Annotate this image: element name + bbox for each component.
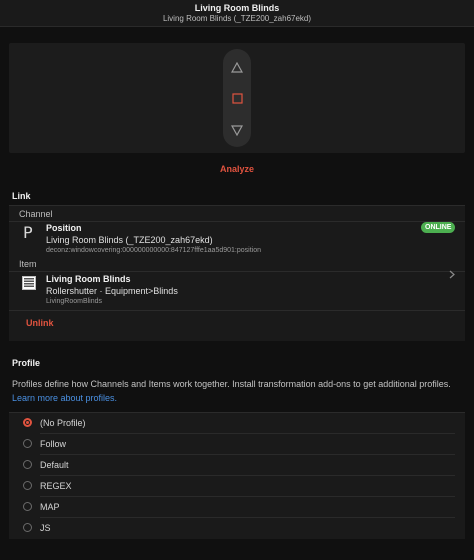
profile-options-list: (No Profile) Follow Default REGEX MAP JS — [9, 412, 465, 539]
status-badge: ONLINE — [421, 222, 456, 233]
up-button[interactable] — [223, 55, 251, 79]
profile-option-label: (No Profile) — [40, 418, 86, 428]
radio-icon[interactable] — [23, 460, 32, 469]
radio-icon[interactable] — [23, 481, 32, 490]
profile-option-label: JS — [40, 523, 51, 533]
channel-type-icon: P — [23, 223, 33, 242]
radio-icon[interactable] — [23, 502, 32, 511]
profile-option-label: MAP — [40, 502, 60, 512]
profile-option-label: Default — [40, 460, 69, 470]
unlink-button[interactable]: Unlink — [26, 318, 54, 328]
radio-selected-icon[interactable] — [23, 418, 32, 427]
analyze-button[interactable]: Analyze — [0, 164, 474, 174]
profile-option-map[interactable]: MAP — [9, 497, 465, 518]
profile-option-label: Follow — [40, 439, 67, 449]
triangle-down-icon — [231, 124, 243, 136]
profile-option-js[interactable]: JS — [9, 518, 465, 539]
channel-thing-name: Living Room Blinds (_TZE200_zah67ekd) — [46, 235, 213, 245]
triangle-up-icon — [231, 61, 243, 73]
profile-option-default[interactable]: Default — [9, 455, 465, 476]
link-section-title: Link — [12, 191, 31, 201]
rollershutter-icon — [22, 276, 36, 290]
page-title: Living Room Blinds — [194, 3, 280, 13]
profile-option-regex[interactable]: REGEX — [9, 476, 465, 497]
profile-description: Profiles define how Channels and Items w… — [12, 377, 467, 405]
learn-more-link[interactable]: Learn more about profiles. — [12, 393, 117, 403]
item-type: Rollershutter · Equipment>Blinds — [46, 286, 178, 296]
link-block: Channel P Position Living Room Blinds (_… — [9, 205, 465, 341]
item-name: LivingRoomBlinds — [46, 298, 103, 305]
chevron-right-icon — [449, 270, 455, 279]
channel-title: Position — [46, 223, 82, 233]
channel-uid: deconz:windowcovering:000000000000:84712… — [46, 247, 261, 254]
profile-option-no-profile[interactable]: (No Profile) — [9, 413, 465, 434]
profile-option-label: REGEX — [40, 481, 72, 491]
rollershutter-control — [223, 49, 251, 147]
divider — [9, 221, 465, 222]
divider — [9, 271, 465, 272]
radio-icon[interactable] — [23, 523, 32, 532]
divider — [9, 310, 465, 311]
page-subtitle: Living Room Blinds (_TZE200_zah67ekd) — [162, 14, 312, 23]
down-button[interactable] — [223, 118, 251, 142]
channel-group-label: Channel — [19, 209, 53, 219]
profile-option-follow[interactable]: Follow — [9, 434, 465, 455]
item-group-label: Item — [19, 259, 37, 269]
profile-section-title: Profile — [12, 358, 41, 368]
item-title: Living Room Blinds — [46, 274, 131, 284]
square-stop-icon — [231, 92, 243, 104]
page-header: Living Room Blinds Living Room Blinds (_… — [0, 0, 474, 27]
radio-icon[interactable] — [23, 439, 32, 448]
stop-button[interactable] — [223, 86, 251, 110]
profile-description-text: Profiles define how Channels and Items w… — [12, 379, 451, 389]
